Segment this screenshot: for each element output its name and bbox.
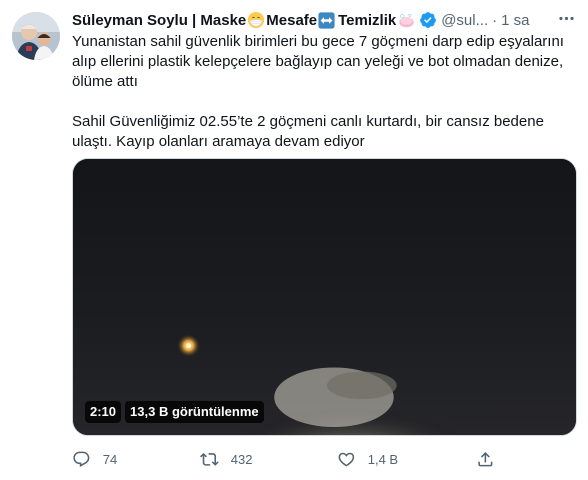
share-button[interactable] <box>476 446 495 472</box>
like-icon <box>338 452 355 467</box>
retweet-count: 432 <box>230 451 253 467</box>
video-duration: 2:10 <box>85 401 122 423</box>
tweet-header: Süleyman Soylu | Maske Mesafe Temizlik @… <box>72 10 529 30</box>
separator-dot: · <box>492 11 498 29</box>
timestamp[interactable]: 1 sa <box>501 12 529 29</box>
video-thumbnail <box>73 159 576 435</box>
reply-count: 74 <box>102 451 118 467</box>
share-icon <box>478 451 493 467</box>
verified-badge-icon <box>420 12 437 28</box>
video-player[interactable]: 2:10 13,3 B görüntülenme <box>72 158 577 436</box>
video-views: 13,3 B görüntülenme <box>125 401 264 423</box>
tweet-text: Yunanistan sahil güvenlik birimleri bu g… <box>72 32 578 152</box>
more-options-button[interactable] <box>552 6 580 30</box>
display-name-part3[interactable]: Temizlik <box>338 12 396 29</box>
video-overlay: 2:10 13,3 B görüntülenme <box>85 401 264 423</box>
soap-emoji-icon <box>399 13 414 27</box>
tweet-text-paragraph-2: Sahil Güvenliğimiz 02.55’te 2 göçmeni ca… <box>72 113 549 150</box>
action-bar: 74 432 1,4 B <box>72 446 578 472</box>
like-button[interactable]: 1,4 B <box>337 446 398 472</box>
display-name-part2[interactable]: Mesafe <box>266 12 317 29</box>
reply-icon <box>73 451 90 467</box>
avatar[interactable] <box>12 12 60 60</box>
tweet-text-paragraph-1: Yunanistan sahil güvenlik birimleri bu g… <box>72 33 569 90</box>
retweet-icon <box>200 452 219 466</box>
more-icon <box>558 16 574 20</box>
mask-emoji-icon <box>248 11 265 29</box>
tweet-card[interactable]: Süleyman Soylu | Maske Mesafe Temizlik @… <box>0 0 588 480</box>
reply-button[interactable]: 74 <box>72 446 117 472</box>
left-right-arrow-emoji-icon <box>318 11 335 29</box>
user-handle[interactable]: @sul... <box>441 12 488 29</box>
avatar-image <box>12 12 60 60</box>
retweet-button[interactable]: 432 <box>200 446 252 472</box>
display-name-part1[interactable]: Süleyman Soylu | Maske <box>72 12 246 29</box>
like-count: 1,4 B <box>367 451 399 467</box>
